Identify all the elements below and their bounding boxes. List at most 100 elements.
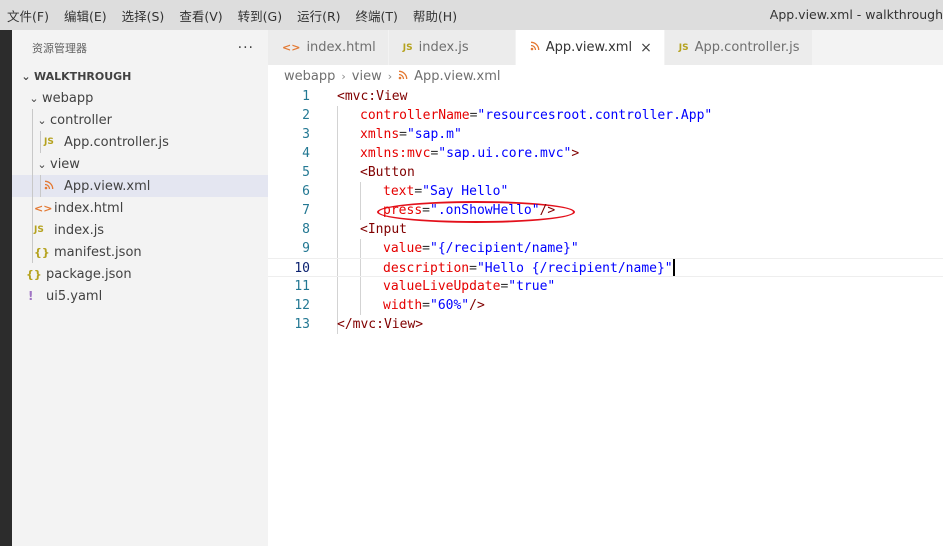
tab-label: App.controller.js [694,40,800,55]
menu-run[interactable]: 运行(R) [290,0,348,30]
code-line[interactable]: 12 width="60%"/> [268,296,943,315]
code-token: <mvc:View [337,89,408,104]
breadcrumb: webapp › view › App.view.xml [268,65,943,87]
tab-index-html[interactable]: <> index.html [268,30,389,65]
menu-go[interactable]: 转到(G) [231,0,290,30]
code-line[interactable]: 6 text="Say Hello" [268,182,943,201]
code-text: xmlns="sap.m" [360,125,462,144]
tree-file-index-html[interactable]: <> index.html [12,197,268,219]
menu-selection[interactable]: 选择(S) [115,0,173,30]
close-icon[interactable]: × [640,40,652,56]
rss-icon [530,41,540,54]
line-number: 2 [302,108,310,123]
code-token: xmlns:mvc [360,146,431,161]
code-line[interactable]: 1 <mvc:View [268,87,943,106]
chevron-down-icon: ⌄ [37,113,47,127]
title-bar: 文件(F) 编辑(E) 选择(S) 查看(V) 转到(G) 运行(R) 终端(T… [0,0,943,30]
indent-guide [32,219,33,241]
code-text: text="Say Hello" [383,182,508,201]
code-text: <mvc:View [337,87,407,106]
line-number: 8 [302,222,310,237]
code-editor[interactable]: 1 <mvc:View 2 controllerName="resourcesroot… [268,87,943,546]
breadcrumb-item[interactable]: webapp [284,69,335,84]
code-token: "Hello {/recipient/name}" [476,261,673,276]
menu-file[interactable]: 文件(F) [0,0,57,30]
tree-label: controller [50,112,113,128]
text-cursor [673,259,675,276]
tree-file-ui5-yaml[interactable]: ! ui5.yaml [12,285,268,307]
indent-guide [32,241,33,263]
code-line[interactable]: 7 press=".onShowHello"/> [268,201,943,220]
menu-help[interactable]: 帮助(H) [406,0,465,30]
chevron-down-icon: ⌄ [37,157,47,171]
chevron-down-icon: ⌄ [29,91,39,105]
javascript-file-icon: JS [34,225,44,235]
more-actions-icon[interactable]: ··· [238,40,254,56]
code-line[interactable]: 4 xmlns:mvc="sap.ui.core.mvc"> [268,144,943,163]
code-line[interactable]: 8 <Input [268,220,943,239]
indent-guide [40,175,41,197]
code-token: text [383,184,415,199]
code-line[interactable]: 2 controllerName="resourcesroot.controlle… [268,106,943,125]
chevron-right-icon: › [387,69,393,83]
tree-file-app-controller[interactable]: JS App.controller.js [12,131,268,153]
code-token: > [571,146,580,161]
code-token: <Input [360,222,407,237]
line-number: 6 [302,184,310,199]
explorer-title: 资源管理器 [32,41,87,55]
tree-file-package[interactable]: {} package.json [12,263,268,285]
code-token: = [422,298,430,313]
code-line[interactable]: 11 valueLiveUpdate="true" [268,277,943,296]
line-number: 9 [302,241,310,256]
yaml-file-icon: ! [28,289,34,303]
code-token: <Button [360,165,415,180]
tab-index-js[interactable]: JS index.js [388,30,516,65]
window-title: App.view.xml - walkthrough [769,7,943,22]
tree-label: App.controller.js [64,134,169,150]
tree-folder-controller[interactable]: ⌄ controller [12,109,268,131]
code-line[interactable]: 3 xmlns="sap.m" [268,125,943,144]
tree-file-manifest[interactable]: {} manifest.json [12,241,268,263]
code-line[interactable]: 13 </mvc:View> [268,315,943,334]
line-number: 10 [294,261,310,276]
code-token: "60%" [430,298,470,313]
workspace-section-header[interactable]: ⌄ WALKTHROUGH [12,65,268,87]
javascript-file-icon: JS [44,137,54,147]
json-file-icon: {} [26,267,42,281]
editor-tabs: <> index.html JS index.js App.view.xml ×… [268,30,943,65]
tree-folder-view[interactable]: ⌄ view [12,153,268,175]
html-file-icon: <> [282,41,301,54]
line-number: 1 [302,89,310,104]
indent-guide [32,153,33,175]
code-text: <Button [360,163,415,182]
line-number: 12 [294,298,310,313]
menu-edit[interactable]: 编辑(E) [57,0,115,30]
code-token: = [414,184,423,199]
code-token: controllerName [360,108,470,123]
tree-file-index-js[interactable]: JS index.js [12,219,268,241]
code-text: <Input [360,220,407,239]
code-token: "sap.m" [406,127,462,142]
tree-file-app-view[interactable]: App.view.xml [12,175,268,197]
tree-label: manifest.json [54,244,142,260]
chevron-right-icon: › [341,69,346,83]
breadcrumb-item[interactable]: view [352,69,382,84]
code-token: "Say Hello" [422,184,509,199]
tab-app-controller-js[interactable]: JS App.controller.js [664,30,813,65]
menu-terminal[interactable]: 终端(T) [349,0,406,30]
indent-guide [40,131,41,153]
code-line[interactable]: 5 <Button [268,163,943,182]
rss-icon [398,70,408,83]
code-token: = [422,203,430,218]
workspace-name: WALKTHROUGH [34,69,132,83]
tab-app-view-xml[interactable]: App.view.xml × [515,30,665,65]
breadcrumb-item[interactable]: App.view.xml [414,69,500,84]
line-number: 13 [294,317,310,332]
code-line[interactable]: 9 value="{/recipient/name}" [268,239,943,258]
code-text: press=".onShowHello"/> [383,201,555,220]
code-line[interactable]: 10 description="Hello {/recipient/name}" [268,258,943,277]
tree-folder-webapp[interactable]: ⌄ webapp [12,87,268,109]
javascript-file-icon: JS [402,42,413,53]
code-text: width="60%"/> [383,296,485,315]
menu-view[interactable]: 查看(V) [172,0,230,30]
